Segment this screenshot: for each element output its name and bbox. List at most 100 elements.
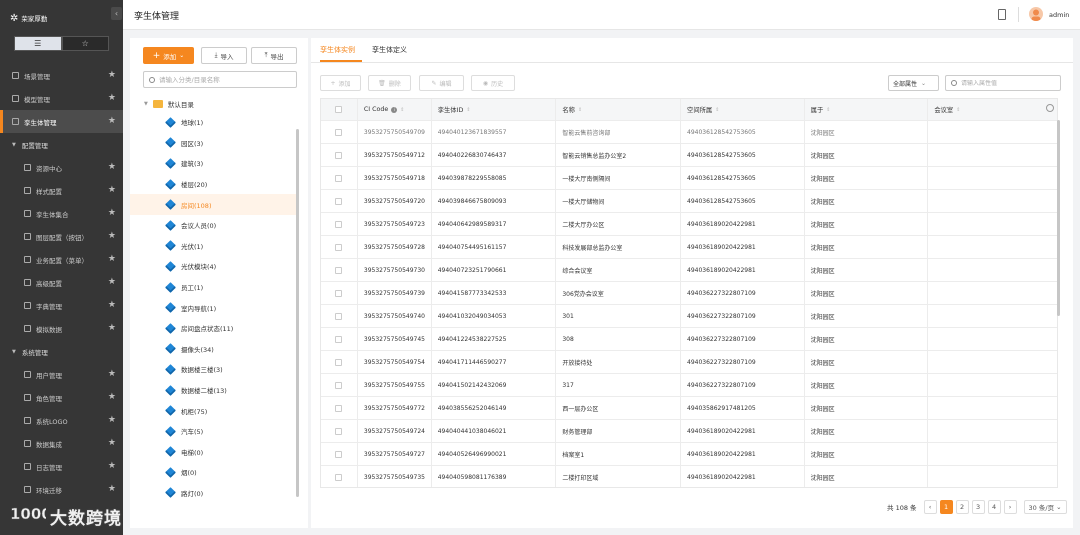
table-row[interactable]: 3953275750549727 494040526496990021 档案室1 49… (321, 443, 1057, 466)
tree-node[interactable]: 汽车(5) (130, 421, 297, 442)
page-button[interactable]: 1 (939, 499, 953, 514)
row-checkbox[interactable] (335, 381, 343, 389)
row-checkbox[interactable] (335, 197, 343, 205)
row-checkbox[interactable] (335, 220, 343, 228)
tree-node[interactable]: 园区(3) (130, 133, 297, 154)
sidebar-item-9[interactable]: 高级配置 ★ (0, 271, 123, 294)
tree-scrollbar[interactable] (296, 129, 299, 497)
table-row[interactable]: 3953275750549740 494041032049034053 301 494… (321, 305, 1057, 328)
table-row[interactable]: 3953275750549772 494038556252046149 西一层办公区… (321, 397, 1057, 420)
table-row[interactable]: 3953275750549728 494040754495161157 科技发展部总… (321, 236, 1057, 259)
col-twin-id[interactable]: 孪生体ID ⇕ (432, 99, 557, 120)
select-all-checkbox[interactable] (335, 106, 343, 113)
row-checkbox[interactable] (335, 404, 343, 412)
tree-root[interactable]: ▼ 默认目录 (130, 95, 297, 112)
tree-node[interactable]: 机柜(75) (130, 400, 297, 421)
table-row[interactable]: 3953275750549709 494040123671839557 智能云售前咨… (321, 121, 1057, 144)
toolbar-history-button[interactable]: ◉ 历史 (471, 75, 515, 91)
favorite-star-icon[interactable]: ★ (108, 484, 116, 494)
row-checkbox[interactable] (335, 289, 343, 297)
page-button[interactable]: 3 (971, 499, 985, 514)
tree-node[interactable]: 员工(1) (130, 277, 297, 298)
table-row[interactable]: 3953275750549735 494040598081176389 二楼打印区域… (321, 466, 1057, 487)
favorite-star-icon[interactable]: ★ (108, 438, 116, 448)
tree-node[interactable]: 建筑(3) (130, 153, 297, 174)
row-checkbox[interactable] (335, 151, 343, 159)
tree-node[interactable]: 数据楼二楼(13) (130, 380, 297, 401)
row-checkbox[interactable] (335, 266, 343, 274)
username[interactable]: admin (1049, 11, 1069, 19)
toolbar-edit-button[interactable]: ✎ 编辑 (419, 75, 464, 91)
col-belongs[interactable]: 属于 ⇕ (805, 99, 929, 120)
sidebar-item-7[interactable]: 图层配置（按钮） ★ (0, 225, 123, 248)
favorites-tab[interactable]: ☆ (61, 36, 109, 51)
tree-node[interactable]: 数据楼三楼(3) (130, 359, 297, 380)
attribute-select[interactable]: 全部属性 ⌄ (888, 75, 939, 91)
import-button[interactable]: ⤓ 导入 (201, 47, 247, 64)
table-row[interactable]: 3953275750549730 494040723251790661 综合会议室 4… (321, 259, 1057, 282)
sidebar-item-2[interactable]: 孪生体管理 ★ (0, 110, 123, 133)
sidebar-item-0[interactable]: 场景管理 ★ (0, 64, 123, 87)
row-checkbox[interactable] (335, 358, 343, 366)
add-button[interactable]: + 添加 ⌄ (143, 47, 194, 64)
export-button[interactable]: ⤒ 导出 (251, 47, 297, 64)
favorite-star-icon[interactable]: ★ (108, 323, 116, 333)
sidebar-item-8[interactable]: 业务配置（菜单） ★ (0, 248, 123, 271)
favorite-star-icon[interactable]: ★ (108, 93, 116, 103)
favorite-star-icon[interactable]: ★ (108, 300, 116, 310)
attribute-search-input[interactable] (961, 79, 1051, 87)
favorite-star-icon[interactable]: ★ (108, 231, 116, 241)
table-row[interactable]: 3953275750549723 494040642989589317 二楼大厅办公… (321, 213, 1057, 236)
sidebar-item-12[interactable]: ▼ 系统管理 (0, 340, 123, 363)
sidebar-item-10[interactable]: 字典管理 ★ (0, 294, 123, 317)
sidebar-item-1[interactable]: 模型管理 ★ (0, 87, 123, 110)
table-scrollbar[interactable] (1057, 120, 1060, 316)
col-name[interactable]: 名称 ⇕ (556, 99, 682, 120)
tree-node[interactable]: 楼层(20) (130, 174, 297, 195)
sidebar-item-17[interactable]: 日志管理 ★ (0, 455, 123, 478)
sidebar-item-18[interactable]: 环境迁移 ★ (0, 478, 123, 501)
tree-search-input[interactable] (159, 75, 279, 84)
page-button[interactable]: 4 (987, 499, 1001, 514)
row-checkbox[interactable] (335, 335, 343, 343)
tree-node[interactable]: 室内导航(1) (130, 297, 297, 318)
tree-node[interactable]: 烟(0) (130, 462, 297, 483)
row-checkbox[interactable] (335, 450, 343, 458)
sidebar-item-15[interactable]: 系统LOGO ★ (0, 409, 123, 432)
row-checkbox[interactable] (335, 312, 343, 320)
tree-node[interactable]: 房间(108) (130, 194, 297, 215)
table-row[interactable]: 3953275750549712 494040226830746437 智能云销售总… (321, 144, 1057, 167)
tab-twin-instances[interactable]: 孪生体实例 (320, 45, 355, 55)
tree-node[interactable]: 会议人员(0) (130, 215, 297, 236)
table-row[interactable]: 3953275750549755 494041502142432069 317 494… (321, 374, 1057, 397)
prev-page-button[interactable]: ‹ (923, 499, 937, 514)
sidebar-item-11[interactable]: 模拟数据 ★ (0, 317, 123, 340)
gear-icon[interactable] (1045, 104, 1054, 112)
row-checkbox[interactable] (335, 473, 343, 481)
favorite-star-icon[interactable]: ★ (108, 254, 116, 264)
row-checkbox[interactable] (335, 243, 343, 251)
favorite-star-icon[interactable]: ★ (108, 415, 116, 425)
col-space[interactable]: 空间所属 ⇕ (681, 99, 805, 120)
row-checkbox[interactable] (335, 174, 343, 182)
tab-twin-definitions[interactable]: 孪生体定义 (372, 45, 407, 55)
table-row[interactable]: 3953275750549718 494039878229558085 一楼大厅南侧… (321, 167, 1057, 190)
favorite-star-icon[interactable]: ★ (108, 277, 116, 287)
tree-node[interactable]: 摄像头(34) (130, 339, 297, 360)
sidebar-collapse-button[interactable]: ‹ (111, 7, 122, 20)
sidebar-item-5[interactable]: 样式配置 ★ (0, 179, 123, 202)
menu-list-tab[interactable]: ☰ (14, 36, 62, 51)
tree-node[interactable]: 光伏模块(4) (130, 256, 297, 277)
page-button[interactable]: 2 (955, 499, 969, 514)
favorite-star-icon[interactable]: ★ (108, 185, 116, 195)
tree-node[interactable]: 房间盘点状态(11) (130, 318, 297, 339)
col-ci-code[interactable]: CI Code i ⇕ (358, 99, 432, 120)
favorite-star-icon[interactable]: ★ (108, 116, 116, 126)
favorite-star-icon[interactable]: ★ (108, 208, 116, 218)
sidebar-item-14[interactable]: 角色管理 ★ (0, 386, 123, 409)
col-meeting-room[interactable]: 会议室 ⇕ (928, 99, 1057, 120)
favorite-star-icon[interactable]: ★ (108, 392, 116, 402)
favorite-star-icon[interactable]: ★ (108, 461, 116, 471)
row-checkbox[interactable] (335, 427, 343, 435)
favorite-star-icon[interactable]: ★ (108, 369, 116, 379)
